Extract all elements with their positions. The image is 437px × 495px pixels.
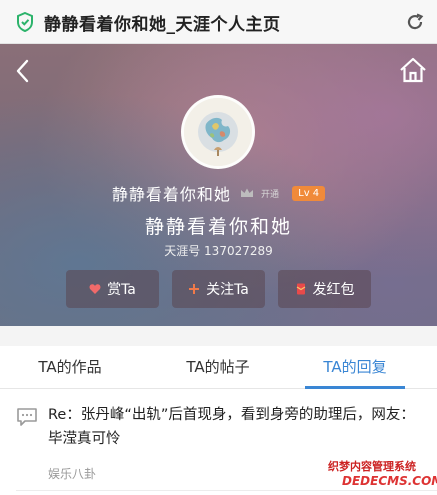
profile-header: 静静看着你和她 开通 Lv 4 静静看着你和她 天涯号 137027289 赏T…: [0, 44, 437, 326]
home-icon[interactable]: [398, 56, 428, 84]
reload-icon[interactable]: [405, 12, 425, 32]
post-category: 娱乐八卦: [48, 467, 97, 481]
comment-icon: [17, 408, 37, 426]
profile-display-name: 静静看着你和她: [144, 216, 292, 238]
post-title[interactable]: Re：张丹峰“出轨”后首现身，看到身旁的助理后，网友：毕滢真可怜: [48, 403, 428, 451]
reward-button[interactable]: 赏Ta: [66, 270, 159, 308]
red-envelope-button-label: 发红包: [312, 282, 355, 298]
red-envelope-button[interactable]: 发红包: [278, 270, 371, 308]
avatar[interactable]: [181, 95, 255, 169]
plus-icon: [189, 284, 200, 294]
tab-posts[interactable]: TA的帖子: [168, 346, 268, 389]
globe-avatar-image: [184, 98, 252, 166]
watermark-logo: 织梦内容管理系统 DEDECMS.COM: [328, 458, 437, 494]
red-envelope-icon: [296, 283, 305, 295]
crown-icon: [240, 188, 253, 197]
watermark-line1: 织梦内容管理系统: [328, 460, 416, 473]
shield-icon: [17, 12, 33, 32]
follow-button[interactable]: 关注Ta: [172, 270, 265, 308]
watermark-line2: DEDECMS.COM: [342, 474, 437, 488]
profile-tabs: TA的作品 TA的帖子 TA的回复: [0, 346, 437, 389]
follow-button-label: 关注Ta: [206, 282, 249, 298]
tianya-id: 天涯号 137027289: [164, 244, 273, 258]
page-title: 静静看着你和她_天涯个人主页: [44, 15, 281, 35]
tab-works[interactable]: TA的作品: [20, 346, 120, 389]
vip-open-link[interactable]: 开通: [261, 190, 279, 200]
tab-replies[interactable]: TA的回复: [300, 346, 410, 389]
back-arrow-icon[interactable]: [12, 58, 34, 84]
profile-name-row: 静静看着你和她 开通 Lv 4: [0, 181, 437, 205]
level-badge: Lv 4: [292, 185, 326, 201]
heart-icon: [89, 284, 101, 294]
profile-username: 静静看着你和她: [111, 185, 231, 204]
reward-button-label: 赏Ta: [107, 282, 136, 298]
browser-title-bar: 静静看着你和她_天涯个人主页: [0, 0, 437, 44]
